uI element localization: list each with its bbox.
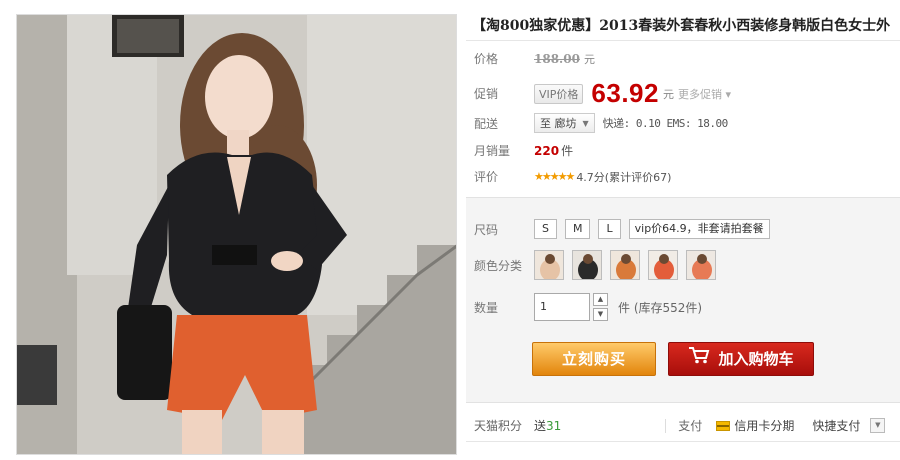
color-swatch-5[interactable] (686, 250, 716, 280)
color-swatch-4[interactable] (648, 250, 678, 280)
size-label: 尺码 (474, 222, 499, 237)
price-row: 价格 188.00 元 (474, 50, 595, 67)
rating-label: 评价 (474, 170, 499, 184)
divider (466, 40, 900, 41)
size-row: 尺码 S M L vip价64.9，非套请拍套餐 (474, 219, 778, 239)
destination-select[interactable]: 至 廊坊 ▼ (534, 113, 595, 133)
product-image[interactable] (16, 14, 457, 455)
promo-price: 63.92 (591, 78, 659, 108)
product-title: 【淘800独家优惠】2013春装外套春秋小西装修身韩版白色女士外 (472, 18, 891, 34)
quantity-row: 数量 1 ▲ ▼ 件 (库存552件) (474, 293, 702, 321)
chevron-down-icon: ▾ (725, 87, 732, 101)
sales-count: 220 (534, 143, 560, 158)
color-row: 颜色分类 (474, 250, 724, 280)
credit-installment-link[interactable]: 信用卡分期 (734, 417, 794, 434)
bottom-bar: 天猫积分 送31 支付 信用卡分期 快捷支付 ▼ (474, 417, 886, 434)
tmall-points-label: 天猫积分 (474, 419, 523, 433)
star-rating-icon: ★★★★★ (534, 170, 575, 183)
original-price: 188.00 (534, 51, 580, 66)
divider (466, 441, 900, 442)
size-option-vip-set[interactable]: vip价64.9，非套请拍套餐 (628, 219, 770, 239)
add-to-cart-label: 加入购物车 (718, 350, 794, 368)
payment-dropdown-button[interactable]: ▼ (870, 418, 886, 433)
sales-label: 月销量 (474, 144, 511, 158)
more-promotions-link[interactable]: 更多促销 ▾ (678, 86, 731, 102)
chevron-down-icon: ▼ (875, 421, 881, 429)
divider (665, 418, 667, 433)
color-swatch-3[interactable] (610, 250, 640, 280)
points-reward: 送31 (534, 417, 561, 434)
buy-now-button[interactable]: 立刻购买 (532, 342, 656, 376)
sales-row: 月销量 220 件 (474, 142, 573, 159)
chevron-down-icon: ▼ (582, 118, 589, 128)
more-promotions-label: 更多促销 (677, 87, 722, 101)
points-value: 31 (546, 419, 562, 433)
quick-pay-link[interactable]: 快捷支付 (812, 417, 860, 434)
price-unit: 元 (583, 52, 595, 66)
vip-price-tag: VIP价格 (534, 83, 584, 104)
color-swatch-1[interactable] (534, 250, 564, 280)
color-label: 颜色分类 (474, 258, 523, 273)
stock-info: 件 (库存552件) (618, 300, 703, 315)
cart-icon (688, 343, 710, 375)
payment-label: 支付 (678, 419, 703, 433)
size-option-m[interactable]: M (564, 219, 591, 239)
add-to-cart-button[interactable]: 加入购物车 (668, 342, 814, 376)
quantity-input[interactable]: 1 (534, 293, 590, 321)
shipping-fees: 快递: 0.10 EMS: 18.00 (602, 117, 729, 130)
destination-value: 至 廊坊 (540, 117, 577, 130)
size-option-s[interactable]: S (534, 219, 557, 239)
increase-quantity-button[interactable]: ▲ (593, 293, 608, 306)
price-label: 价格 (474, 52, 499, 66)
points-prefix: 送 (534, 419, 547, 433)
quantity-label: 数量 (474, 300, 499, 315)
promo-label: 促销 (474, 87, 499, 101)
color-swatch-2[interactable] (572, 250, 602, 280)
credit-card-icon (716, 420, 731, 431)
decrease-quantity-button[interactable]: ▼ (593, 308, 608, 321)
rating-row: 评价 ★★★★★ 4.7分(累计评价67) (474, 168, 671, 185)
promo-row: 促销 VIP价格 63.92 元 更多促销 ▾ (474, 78, 731, 109)
shipping-label: 配送 (474, 116, 499, 131)
sales-unit: 件 (561, 144, 574, 158)
shipping-row: 配送 至 廊坊 ▼ 快递: 0.10 EMS: 18.00 (474, 113, 728, 133)
size-option-l[interactable]: L (598, 219, 621, 239)
quantity-stepper: ▲ ▼ (593, 293, 608, 321)
rating-summary-link[interactable]: 4.7分(累计评价67) (576, 169, 671, 185)
promo-unit: 元 (662, 87, 674, 101)
